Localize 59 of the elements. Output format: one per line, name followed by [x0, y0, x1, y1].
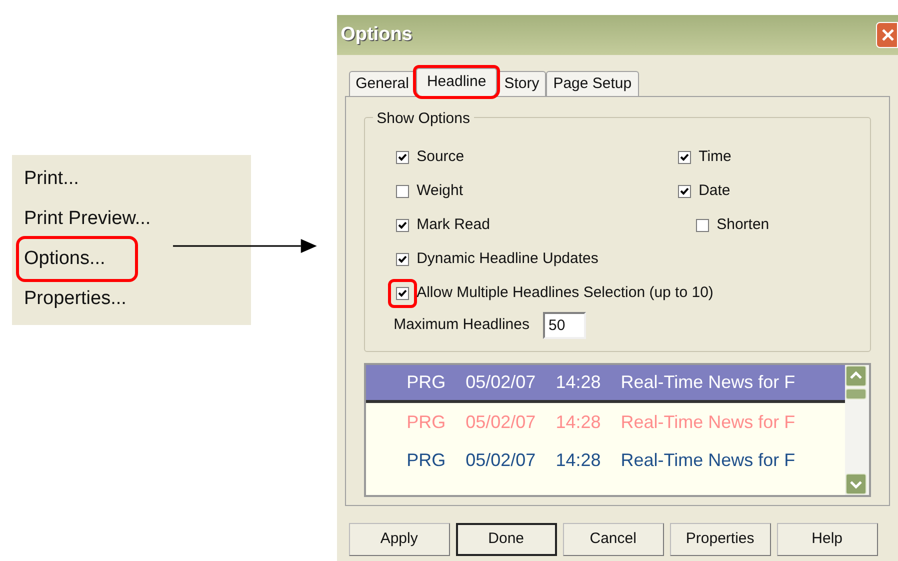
close-button[interactable] — [876, 22, 898, 48]
field-label: Maximum Headlines — [394, 314, 530, 335]
scroll-thumb-icon[interactable] — [845, 388, 867, 400]
headline-row[interactable]: PRG 05/02/07 14:28 Real-Time News for F — [366, 365, 845, 403]
tab[interactable]: Headline — [416, 68, 498, 96]
menu-item[interactable]: Print Preview... — [22, 199, 153, 239]
time-text: 14:28 — [556, 371, 601, 394]
check-mark-icon — [680, 186, 689, 196]
checkbox[interactable] — [396, 218, 409, 232]
source-text: PRG — [406, 448, 446, 472]
checkbox[interactable] — [396, 150, 409, 164]
headline-text: Real-Time News for F — [620, 448, 796, 472]
check-mark-icon — [398, 220, 407, 230]
dialog-button[interactable]: Apply — [348, 523, 450, 556]
menu-item[interactable]: Print... — [22, 159, 81, 199]
checkbox[interactable] — [396, 286, 409, 300]
checkbox-label: Weight — [416, 180, 464, 201]
checkbox-label: Mark Read — [416, 214, 490, 235]
scrollbar[interactable] — [845, 365, 869, 495]
time-text: 14:28 — [556, 448, 601, 472]
checkbox[interactable] — [678, 150, 691, 164]
menu-item[interactable]: Properties... — [22, 279, 128, 319]
checkbox-label: Time — [698, 146, 732, 167]
check-mark-icon — [398, 254, 407, 264]
check-mark-icon — [398, 152, 407, 162]
time-text: 14:28 — [556, 410, 601, 434]
source-text: PRG — [406, 410, 446, 434]
checkbox-label: Shorten — [716, 214, 770, 235]
dialog-button[interactable]: Properties — [670, 523, 771, 556]
scroll-down-icon[interactable] — [845, 473, 867, 495]
headline-text: Real-Time News for F — [620, 371, 796, 394]
checkbox-label: Dynamic Headline Updates — [416, 248, 598, 269]
check-mark-icon — [398, 288, 407, 298]
checkbox[interactable] — [396, 184, 409, 198]
checkbox[interactable] — [678, 184, 691, 198]
checkbox[interactable] — [696, 218, 709, 232]
maximum-headlines-field[interactable]: 50 — [543, 312, 586, 338]
dialog-button[interactable]: Help — [776, 523, 878, 556]
scroll-up-icon[interactable] — [845, 365, 867, 387]
tab[interactable]: Page Setup — [546, 71, 639, 96]
headline-text: Real-Time News for F — [620, 410, 796, 434]
dialog-button[interactable]: Cancel — [562, 523, 664, 556]
tab[interactable]: General — [348, 71, 416, 96]
checkbox-label: Allow Multiple Headlines Selection (up to 10) — [416, 282, 714, 303]
date-text: 05/02/07 — [466, 448, 536, 472]
window-title: Options — [340, 22, 412, 47]
check-mark-icon — [680, 152, 689, 162]
arrow-icon — [172, 236, 317, 256]
source-text: PRG — [406, 371, 446, 394]
tab[interactable]: Story — [497, 71, 546, 96]
headline-row[interactable]: PRG 05/02/07 14:28 Real-Time News for F — [366, 441, 845, 479]
checkbox[interactable] — [396, 252, 409, 266]
checkbox-label: Source — [416, 146, 464, 167]
checkbox-label: Date — [698, 180, 730, 201]
date-text: 05/02/07 — [466, 410, 536, 434]
date-text: 05/02/07 — [466, 371, 536, 394]
menu-item[interactable]: Options... — [19, 239, 136, 279]
close-icon — [881, 28, 895, 42]
dialog-button[interactable]: Done — [456, 523, 557, 556]
